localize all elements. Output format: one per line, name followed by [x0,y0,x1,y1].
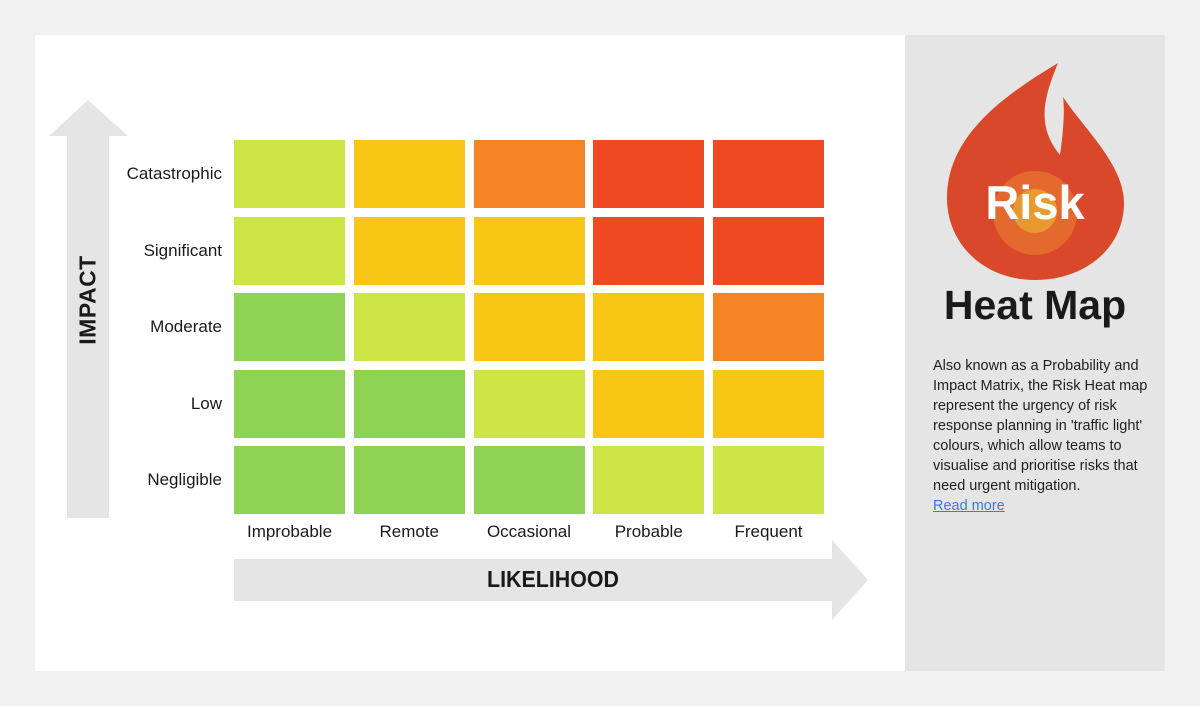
heatmap-cell [353,446,465,514]
heatmap-cell [713,140,824,208]
heatmap-cell [713,369,824,438]
heatmap-cell [473,446,585,514]
heatmap-cell [593,293,705,361]
heatmap-cell [353,140,465,208]
heatmap-cell [234,140,345,208]
heatmap-cell [473,140,585,208]
heatmap-cell [593,140,705,208]
heatmap-cell [713,216,824,285]
logo-risk-word: Risk [985,176,1085,229]
likelihood-column-label: Frequent [734,522,803,541]
heatmap-cell [593,446,705,514]
impact-row-label: Moderate [150,317,222,336]
heatmap-cell [234,216,345,285]
heatmap-cell [234,446,345,514]
heatmap-cell [713,293,824,361]
likelihood-column-label: Probable [614,522,683,541]
heatmap-cell [353,293,465,361]
heatmap-cell [234,369,345,438]
impact-row-label: Catastrophic [126,164,222,183]
heatmap-cell [353,369,465,438]
side-panel-description: Also known as a Probability and Impact M… [933,356,1148,516]
impact-row-label: Negligible [147,470,222,489]
likelihood-column-label: Improbable [246,522,333,541]
heatmap-cell [713,446,824,514]
heatmap-cell [593,216,705,285]
impact-axis-label: IMPACT [74,255,101,345]
likelihood-column-label: Occasional [486,522,572,541]
likelihood-axis-label: LIKELIHOOD [487,566,619,592]
likelihood-column-label: Remote [379,522,440,541]
side-panel-title: Heat Map [943,282,1127,328]
heatmap-cell [593,369,705,438]
heatmap-cell [234,293,345,361]
read-more-link[interactable]: Read more [933,498,1005,514]
heatmap-cell [473,369,585,438]
description-text: Also known as a Probability and Impact M… [933,358,1148,494]
flame-logo-icon [947,63,1124,280]
impact-row-label: Significant [143,240,222,260]
heatmap-cell [353,216,465,285]
heatmap-cell [473,293,585,361]
heatmap-cell [473,216,585,285]
impact-row-label: Low [190,393,222,413]
